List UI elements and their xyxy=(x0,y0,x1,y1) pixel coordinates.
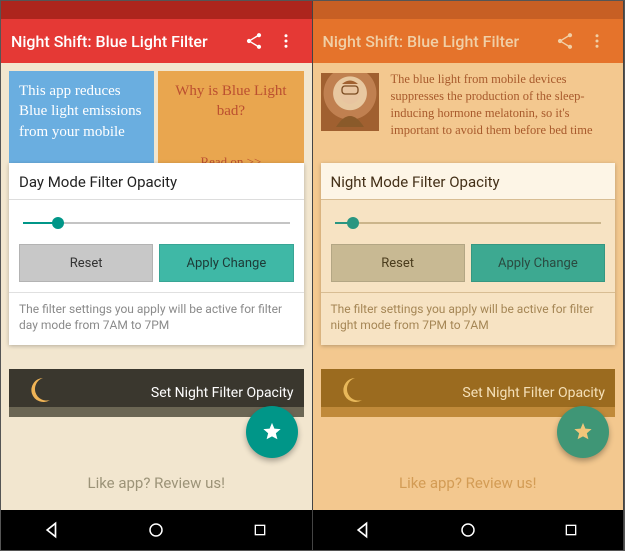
home-button[interactable] xyxy=(145,519,167,541)
overflow-menu-icon[interactable] xyxy=(270,25,302,57)
nav-bar xyxy=(1,510,312,550)
opacity-card: Night Mode Filter Opacity Reset Apply Ch… xyxy=(321,163,616,345)
overflow-menu-icon[interactable] xyxy=(581,25,613,57)
opacity-slider[interactable] xyxy=(23,222,290,224)
opacity-slider[interactable] xyxy=(335,222,602,224)
author-avatar xyxy=(321,73,379,131)
apply-change-button[interactable]: Apply Change xyxy=(471,244,605,282)
recents-button[interactable] xyxy=(560,519,582,541)
right-screenshot: Night Shift: Blue Light Filter The blue … xyxy=(313,1,625,550)
reset-button[interactable]: Reset xyxy=(19,244,153,282)
recents-button[interactable] xyxy=(249,519,271,541)
nav-bar xyxy=(313,510,624,550)
home-button[interactable] xyxy=(457,519,479,541)
app-title: Night Shift: Blue Light Filter xyxy=(323,32,550,51)
app-title: Night Shift: Blue Light Filter xyxy=(11,32,238,51)
opacity-card: Day Mode Filter Opacity Reset Apply Chan… xyxy=(9,163,304,345)
slider-thumb[interactable] xyxy=(52,217,64,229)
left-screenshot: Night Shift: Blue Light Filter This app … xyxy=(1,1,313,550)
review-prompt[interactable]: Like app? Review us! xyxy=(313,474,624,492)
back-button[interactable] xyxy=(353,519,375,541)
card-title: Day Mode Filter Opacity xyxy=(9,163,304,200)
content-area: The blue light from mobile devices suppr… xyxy=(313,63,624,510)
review-prompt[interactable]: Like app? Review us! xyxy=(1,474,312,492)
share-icon[interactable] xyxy=(549,25,581,57)
info-orange-title: Why is Blue Light bad? xyxy=(168,81,293,122)
card-footer-text: The filter settings you apply will be ac… xyxy=(9,292,304,345)
night-banner-label: Set Night Filter Opacity xyxy=(151,385,294,401)
star-fab[interactable] xyxy=(557,406,609,458)
app-bar: Night Shift: Blue Light Filter xyxy=(313,19,624,63)
status-bar xyxy=(1,1,312,19)
app-bar: Night Shift: Blue Light Filter xyxy=(1,19,312,63)
card-footer-text: The filter settings you apply will be ac… xyxy=(321,292,616,345)
card-title: Night Mode Filter Opacity xyxy=(321,163,616,200)
moon-icon xyxy=(335,375,365,405)
moon-icon xyxy=(23,375,53,405)
apply-change-button[interactable]: Apply Change xyxy=(159,244,293,282)
slider-thumb[interactable] xyxy=(347,217,359,229)
night-banner-label: Set Night Filter Opacity xyxy=(462,385,605,401)
status-bar xyxy=(313,1,624,19)
star-fab[interactable] xyxy=(246,406,298,458)
share-icon[interactable] xyxy=(238,25,270,57)
content-area: This app reduces Blue light emissions fr… xyxy=(1,63,312,510)
reset-button[interactable]: Reset xyxy=(331,244,465,282)
back-button[interactable] xyxy=(42,519,64,541)
